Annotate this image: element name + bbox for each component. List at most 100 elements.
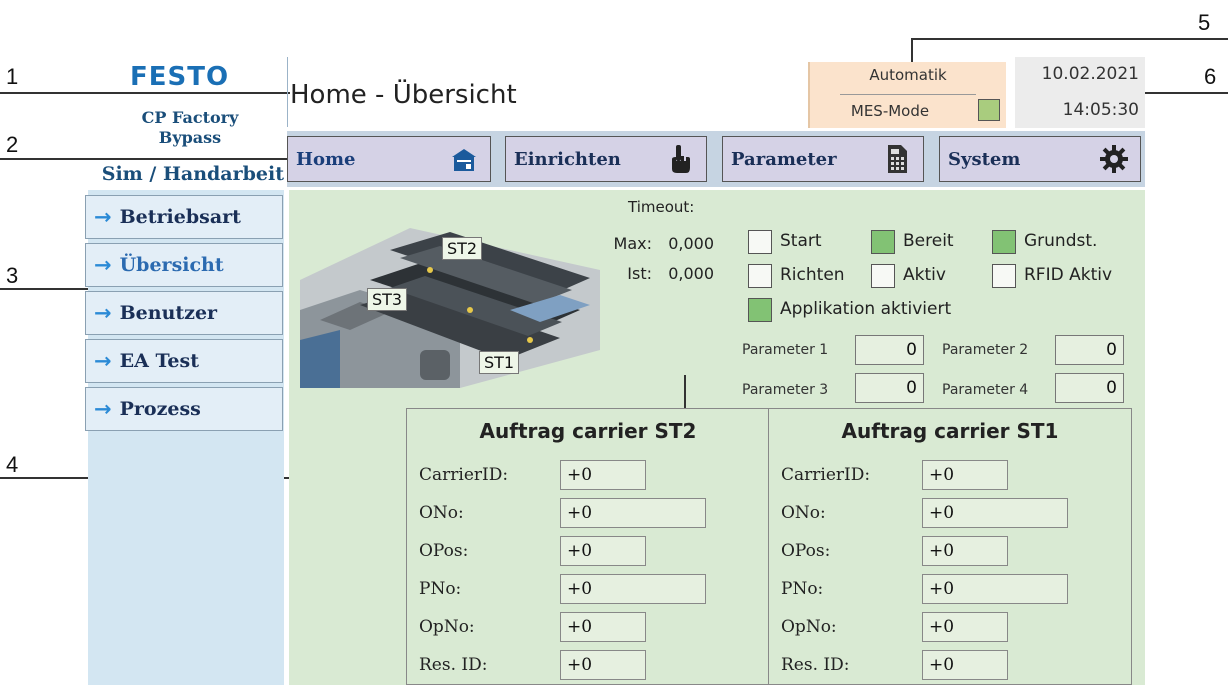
- resid-label: Res. ID:: [419, 655, 488, 675]
- opos-label: OPos:: [781, 541, 831, 561]
- pno-label: PNo:: [419, 579, 462, 599]
- parameter-1-field[interactable]: 0: [855, 335, 924, 365]
- start-label: Start: [780, 231, 822, 251]
- rfid-aktiv-indicator: [992, 264, 1016, 288]
- status-box: Automatik MES-Mode: [808, 62, 1006, 128]
- parameter-3-label: Parameter 3: [742, 382, 829, 398]
- time-display: 14:05:30: [1062, 100, 1139, 120]
- callout-3: 3: [6, 263, 19, 288]
- pno-field[interactable]: +0: [560, 574, 706, 604]
- resid-field[interactable]: +0: [560, 650, 646, 680]
- pno-field[interactable]: +0: [922, 574, 1068, 604]
- status-automatik: Automatik: [869, 66, 947, 84]
- aktiv-indicator: [871, 264, 895, 288]
- nav-einrichten-label: Einrichten: [514, 148, 621, 170]
- sidebar-item-benutzer[interactable]: → Benutzer: [85, 291, 283, 335]
- timeout-ist-label: Ist:: [627, 264, 652, 283]
- carrierid-label: CarrierID:: [419, 465, 509, 485]
- pno-label: PNo:: [781, 579, 824, 599]
- callout-6: 6: [1204, 64, 1217, 89]
- sidebar-item-prozess[interactable]: → Prozess: [85, 387, 283, 431]
- ono-field[interactable]: +0: [560, 498, 706, 528]
- sidebar-item-label: EA Test: [119, 350, 199, 372]
- parameter-2-label: Parameter 2: [942, 342, 1029, 358]
- timeout-max-label: Max:: [613, 234, 652, 253]
- timeout-max-value: 0,000: [668, 234, 714, 253]
- panel-pointer-line: [684, 375, 686, 408]
- header-divider: [287, 57, 288, 127]
- arrow-right-icon: →: [94, 397, 112, 421]
- festo-logo: FESTO: [130, 62, 230, 92]
- arrow-right-icon: →: [94, 205, 112, 229]
- carrier-st2-panel: Auftrag carrier ST2 CarrierID: +0 ONo: +…: [406, 408, 770, 685]
- resid-label: Res. ID:: [781, 655, 850, 675]
- sidebar-item-label: Betriebsart: [119, 206, 241, 228]
- station-label-st2: ST2: [442, 237, 483, 260]
- status-mes-mode: MES-Mode: [850, 102, 930, 120]
- parameter-3-field[interactable]: 0: [855, 373, 924, 403]
- carrierid-field[interactable]: +0: [560, 460, 646, 490]
- nav-einrichten-button[interactable]: Einrichten: [505, 136, 707, 182]
- timeout-ist-value: 0,000: [668, 264, 714, 283]
- arrow-right-icon: →: [94, 253, 112, 277]
- parameter-4-label: Parameter 4: [942, 382, 1029, 398]
- applikation-indicator: [748, 298, 772, 322]
- callout-5: 5: [1198, 10, 1211, 35]
- resid-field[interactable]: +0: [922, 650, 1008, 680]
- callout-4: 4: [6, 452, 19, 477]
- opno-field[interactable]: +0: [560, 612, 646, 642]
- callout-2-line: [0, 158, 300, 160]
- carrierid-field[interactable]: +0: [922, 460, 1008, 490]
- bereit-label: Bereit: [903, 231, 954, 251]
- richten-indicator: [748, 264, 772, 288]
- opos-field[interactable]: +0: [922, 536, 1008, 566]
- grundst-indicator: [992, 230, 1016, 254]
- arrow-right-icon: →: [94, 349, 112, 373]
- sidebar-item-uebersicht[interactable]: → Übersicht: [85, 243, 283, 287]
- hand-pointer-icon: [672, 145, 690, 173]
- sidebar-item-betriebsart[interactable]: → Betriebsart: [85, 195, 283, 239]
- opno-field[interactable]: +0: [922, 612, 1008, 642]
- sidebar-item-label: Prozess: [119, 398, 201, 420]
- nav-parameter-button[interactable]: Parameter: [722, 136, 924, 182]
- main-navbar: Home Einrichten Parameter System: [287, 131, 1145, 187]
- parameter-1-label: Parameter 1: [742, 342, 829, 358]
- ono-field[interactable]: +0: [922, 498, 1068, 528]
- station-label-st3: ST3: [367, 288, 408, 311]
- callout-5-line-h: [912, 38, 1228, 40]
- timeout-title: Timeout:: [628, 198, 695, 216]
- nav-system-label: System: [948, 148, 1021, 170]
- parameter-4-field[interactable]: 0: [1055, 373, 1124, 403]
- sidebar-item-label: Benutzer: [119, 302, 218, 324]
- carrier-st1-title: Auftrag carrier ST1: [841, 419, 1059, 443]
- opno-label: OpNo:: [419, 617, 475, 637]
- nav-home-label: Home: [296, 148, 356, 170]
- mes-mode-indicator: [978, 99, 1000, 121]
- arrow-right-icon: →: [94, 301, 112, 325]
- callout-3-line: [0, 288, 96, 290]
- status-divider: [840, 94, 976, 95]
- gear-icon: [1100, 145, 1128, 173]
- richten-label: Richten: [780, 265, 845, 285]
- opos-label: OPos:: [419, 541, 469, 561]
- rfid-aktiv-label: RFID Aktiv: [1024, 265, 1113, 285]
- sidebar-item-ea-test[interactable]: → EA Test: [85, 339, 283, 383]
- grundst-label: Grundst.: [1024, 231, 1098, 251]
- page-title: Home - Übersicht: [290, 80, 517, 110]
- station-line-1: CP Factory: [141, 108, 239, 127]
- parameter-2-field[interactable]: 0: [1055, 335, 1124, 365]
- carrierid-label: CarrierID:: [781, 465, 871, 485]
- opos-field[interactable]: +0: [560, 536, 646, 566]
- start-indicator: [748, 230, 772, 254]
- nav-parameter-label: Parameter: [731, 148, 837, 170]
- date-display: 10.02.2021: [1041, 64, 1139, 84]
- station-label-st1: ST1: [479, 351, 520, 374]
- callout-1-line: [0, 92, 290, 94]
- operating-mode-label: Sim / Handarbeit: [101, 163, 284, 185]
- nav-system-button[interactable]: System: [939, 136, 1141, 182]
- callout-2: 2: [6, 132, 19, 157]
- nav-home-button[interactable]: Home: [287, 136, 491, 182]
- home-icon: [452, 149, 476, 171]
- carrier-st1-panel: Auftrag carrier ST1 CarrierID: +0 ONo: +…: [768, 408, 1132, 685]
- ono-label: ONo:: [419, 503, 464, 523]
